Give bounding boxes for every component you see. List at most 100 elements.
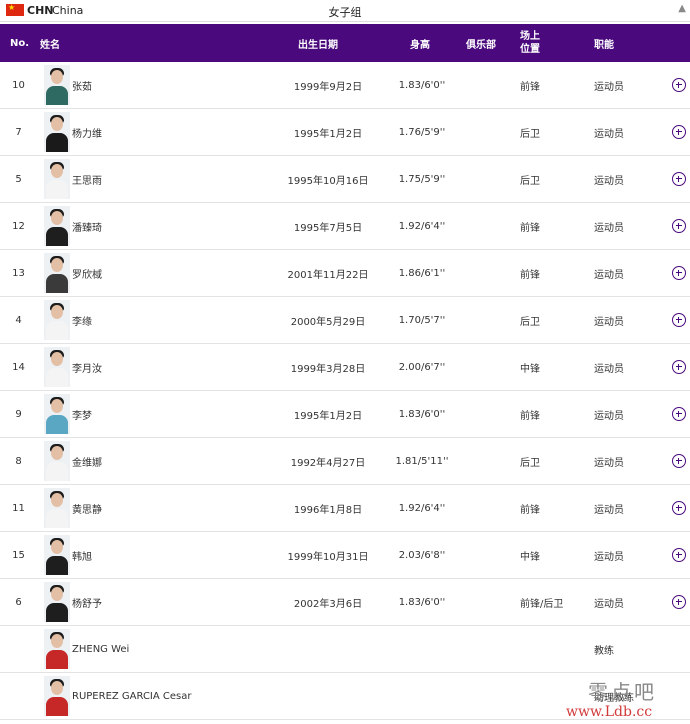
player-photo[interactable] [44,441,70,481]
staff-photo[interactable] [44,629,70,669]
player-role: 运动员 [594,551,624,563]
player-height: 2.00/6'7'' [398,361,446,373]
player-name[interactable]: 黄思静 [72,485,102,531]
expand-button[interactable] [672,297,686,343]
staff-name[interactable]: RUPEREZ GARCIA Cesar [72,673,192,719]
player-name[interactable]: 金维娜 [72,438,102,484]
player-dob: 1992年4月27日 [290,457,366,469]
player-photo[interactable] [44,488,70,528]
table-row[interactable]: 4 李缘 2000年5月29日 1.70/5'7'' 后卫 运动员 [0,297,690,344]
player-dob: 2001年11月22日 [287,269,369,281]
player-height: 1.92/6'4'' [398,502,446,514]
expand-button[interactable] [672,250,686,296]
plus-circle-icon[interactable] [672,595,686,609]
plus-circle-icon[interactable] [672,360,686,374]
player-name[interactable]: 罗欣棫 [72,250,102,296]
plus-circle-icon[interactable] [672,407,686,421]
table-row[interactable]: 8 金维娜 1992年4月27日 1.81/5'11'' 后卫 运动员 [0,438,690,485]
table-row[interactable]: 11 黄思静 1996年1月8日 1.92/6'4'' 前锋 运动员 [0,485,690,532]
player-name[interactable]: 潘臻琦 [72,203,102,249]
table-row[interactable]: 10 张茹 1999年9月2日 1.83/6'0'' 前锋 运动员 [0,62,690,109]
header-no: No. [10,37,30,49]
player-height: 1.70/5'7'' [398,314,446,326]
player-dob: 1995年1月2日 [293,128,363,140]
player-name[interactable]: 李缘 [72,297,92,343]
player-photo[interactable] [44,112,70,152]
avatar-shirt [46,556,68,575]
player-height: 1.83/6'0'' [398,79,446,91]
expand-button[interactable] [672,532,686,578]
table-row-staff[interactable]: ZHENG Wei 教练 [0,626,690,673]
player-name[interactable]: 杨舒予 [72,579,102,625]
staff-photo[interactable] [44,676,70,716]
expand-button[interactable] [672,203,686,249]
player-number: 15 [12,549,25,561]
player-position: 后卫 [520,175,540,187]
expand-button[interactable] [672,485,686,531]
avatar [44,347,70,387]
table-row[interactable]: 14 李月汝 1999年3月28日 2.00/6'7'' 中锋 运动员 [0,344,690,391]
player-position: 前锋/后卫 [520,598,564,610]
player-photo[interactable] [44,65,70,105]
expand-button[interactable] [672,344,686,390]
player-dob: 1995年7月5日 [293,222,363,234]
player-name[interactable]: 韩旭 [72,532,92,578]
player-photo[interactable] [44,206,70,246]
avatar [44,676,70,716]
avatar [44,159,70,199]
plus-circle-icon[interactable] [672,313,686,327]
plus-circle-icon[interactable] [672,125,686,139]
player-photo[interactable] [44,253,70,293]
avatar-shirt [46,274,68,293]
avatar [44,441,70,481]
player-role: 运动员 [594,316,624,328]
scroll-up-arrow-icon[interactable]: ▲ [678,3,686,14]
table-row[interactable]: 7 杨力维 1995年1月2日 1.76/5'9'' 后卫 运动员 [0,109,690,156]
player-number: 14 [12,361,25,373]
plus-circle-icon[interactable] [672,454,686,468]
expand-button[interactable] [672,156,686,202]
header-position-line2: 位置 [520,44,540,55]
player-role: 运动员 [594,598,624,610]
expand-button[interactable] [672,438,686,484]
table-row[interactable]: 6 杨舒予 2002年3月6日 1.83/6'0'' 前锋/后卫 运动员 [0,579,690,626]
player-photo[interactable] [44,535,70,575]
player-name[interactable]: 杨力维 [72,109,102,155]
table-row[interactable]: 15 韩旭 1999年10月31日 2.03/6'8'' 中锋 运动员 [0,532,690,579]
watermark-text: 零点吧 [588,680,657,704]
player-name[interactable]: 李梦 [72,391,92,437]
plus-circle-icon[interactable] [672,266,686,280]
expand-button[interactable] [672,109,686,155]
avatar-shirt [46,227,68,246]
player-dob: 1995年1月2日 [293,410,363,422]
plus-circle-icon[interactable] [672,548,686,562]
avatar [44,253,70,293]
player-name[interactable]: 王思雨 [72,156,102,202]
player-name[interactable]: 张茹 [72,62,92,108]
avatar [44,300,70,340]
player-photo[interactable] [44,300,70,340]
expand-button[interactable] [672,579,686,625]
table-row[interactable]: 9 李梦 1995年1月2日 1.83/6'0'' 前锋 运动员 [0,391,690,438]
player-role: 运动员 [594,504,624,516]
plus-circle-icon[interactable] [672,501,686,515]
table-row[interactable]: 13 罗欣棫 2001年11月22日 1.86/6'1'' 前锋 运动员 [0,250,690,297]
player-photo[interactable] [44,159,70,199]
expand-button[interactable] [672,62,686,108]
table-row[interactable]: 5 王思雨 1995年10月16日 1.75/5'9'' 后卫 运动员 [0,156,690,203]
table-row[interactable]: 12 潘臻琦 1995年7月5日 1.92/6'4'' 前锋 运动员 [0,203,690,250]
staff-role: 教练 [594,645,614,657]
player-position: 后卫 [520,316,540,328]
player-role: 运动员 [594,128,624,140]
plus-circle-icon[interactable] [672,219,686,233]
player-number: 8 [15,455,22,467]
player-name[interactable]: 李月汝 [72,344,102,390]
player-photo[interactable] [44,394,70,434]
player-photo[interactable] [44,582,70,622]
player-position: 后卫 [520,457,540,469]
player-photo[interactable] [44,347,70,387]
plus-circle-icon[interactable] [672,172,686,186]
expand-button[interactable] [672,391,686,437]
plus-circle-icon[interactable] [672,78,686,92]
staff-name[interactable]: ZHENG Wei [72,626,129,672]
